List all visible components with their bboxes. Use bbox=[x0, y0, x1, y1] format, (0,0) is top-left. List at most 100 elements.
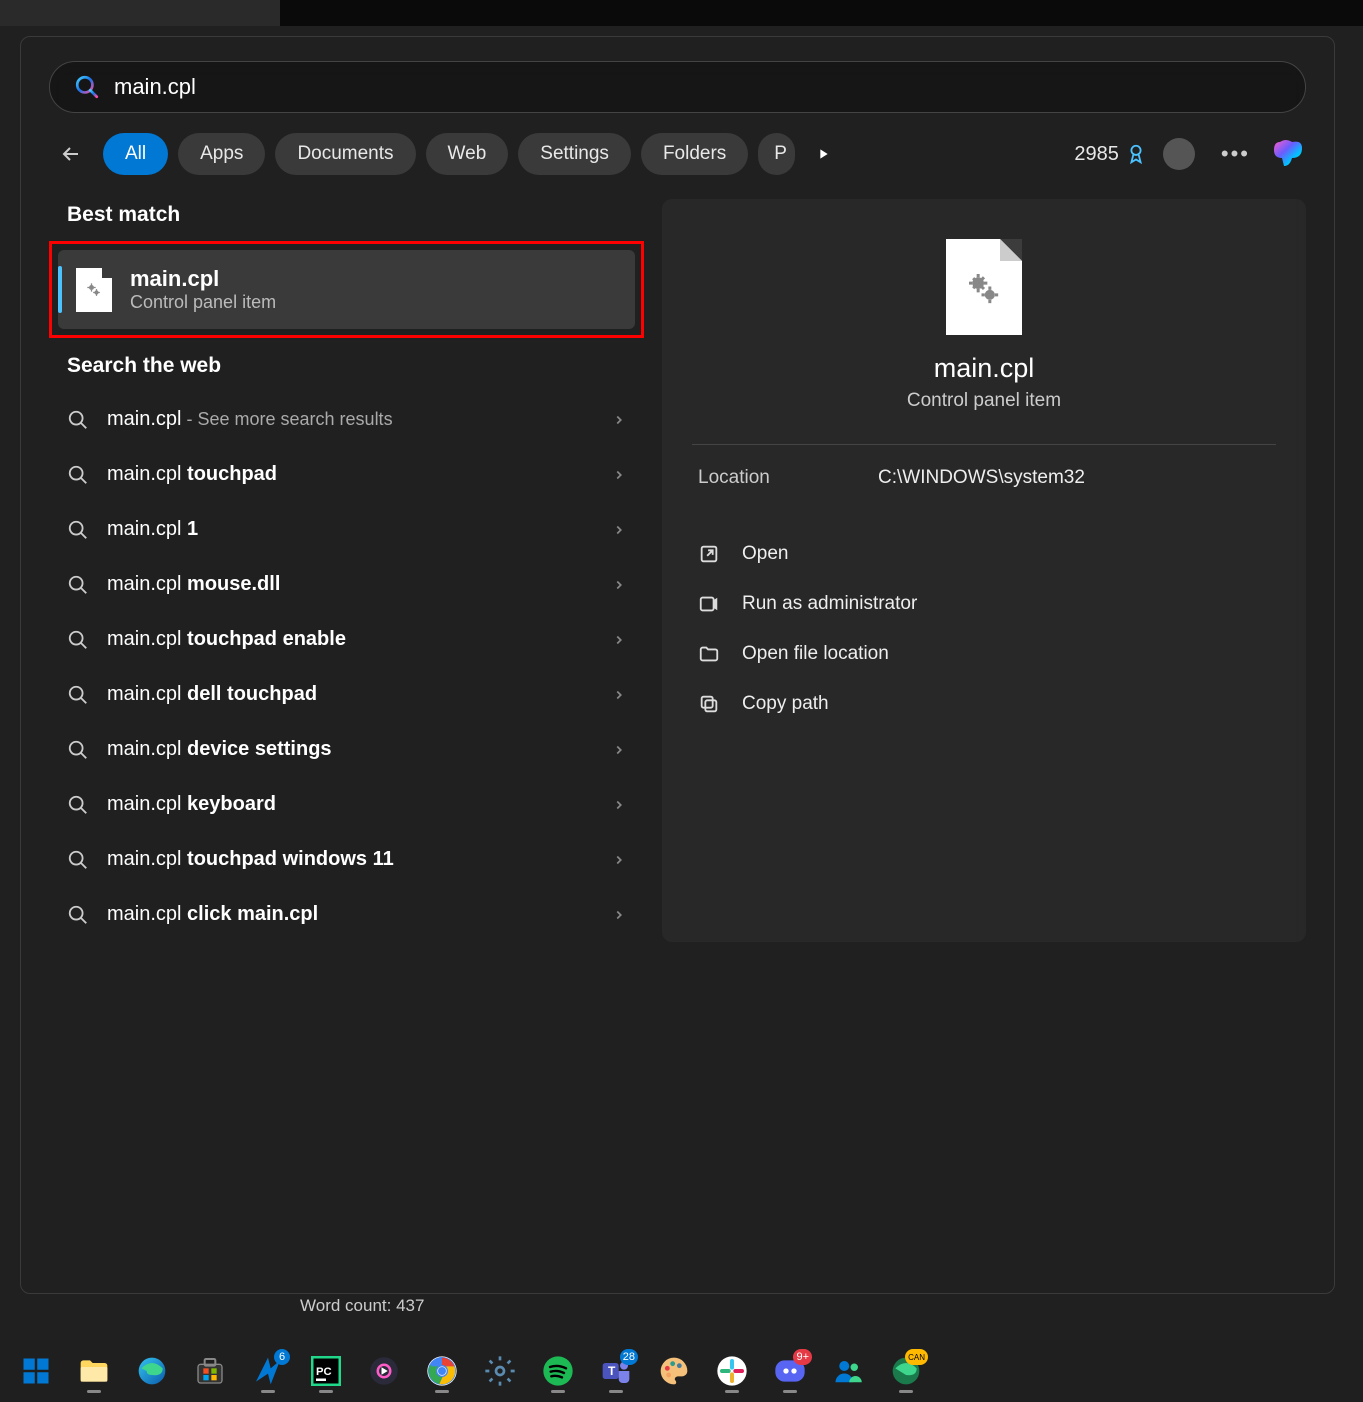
results-column: Best match main.cpl Control panel item S… bbox=[49, 199, 644, 942]
svg-text:PC: PC bbox=[316, 1366, 332, 1378]
location-label: Location bbox=[698, 467, 878, 489]
location-value: C:\WINDOWS\system32 bbox=[878, 467, 1085, 489]
taskbar-pycharm[interactable]: PC bbox=[302, 1347, 350, 1395]
search-icon bbox=[67, 849, 89, 871]
chevron-right-icon bbox=[612, 743, 626, 757]
chevron-right-icon bbox=[612, 468, 626, 482]
web-result-row[interactable]: main.cpl touchpad bbox=[49, 447, 644, 502]
detail-row-location: Location C:\WINDOWS\system32 bbox=[692, 444, 1276, 511]
copy-icon bbox=[698, 693, 720, 715]
tab-all[interactable]: All bbox=[103, 133, 168, 175]
action-open[interactable]: Open bbox=[692, 529, 1276, 579]
search-icon bbox=[67, 409, 89, 431]
filter-tabs-row: All Apps Documents Web Settings Folders … bbox=[49, 133, 1306, 175]
user-avatar[interactable] bbox=[1163, 138, 1195, 170]
web-result-row[interactable]: main.cpl click main.cpl bbox=[49, 887, 644, 942]
tab-apps[interactable]: Apps bbox=[178, 133, 265, 175]
chevron-right-icon bbox=[612, 688, 626, 702]
best-match-subtitle: Control panel item bbox=[130, 292, 276, 313]
search-icon bbox=[67, 684, 89, 706]
action-label: Copy path bbox=[742, 693, 829, 715]
web-result-row[interactable]: main.cpl device settings bbox=[49, 722, 644, 777]
taskbar-edge[interactable] bbox=[128, 1347, 176, 1395]
taskbar-people[interactable] bbox=[824, 1347, 872, 1395]
tab-documents[interactable]: Documents bbox=[275, 133, 415, 175]
web-result-text: main.cpl - See more search results bbox=[107, 408, 612, 431]
scroll-tabs-right-icon[interactable] bbox=[805, 146, 841, 162]
web-result-row[interactable]: main.cpl mouse.dll bbox=[49, 557, 644, 612]
chevron-right-icon bbox=[612, 798, 626, 812]
chevron-right-icon bbox=[612, 633, 626, 647]
action-open-location[interactable]: Open file location bbox=[692, 629, 1276, 679]
best-match-item[interactable]: main.cpl Control panel item bbox=[58, 250, 635, 329]
status-bar-word-count: Word count: 437 bbox=[300, 1296, 424, 1316]
taskbar-settings[interactable] bbox=[476, 1347, 524, 1395]
action-run-admin[interactable]: Run as administrator bbox=[692, 579, 1276, 629]
web-result-row[interactable]: main.cpl dell touchpad bbox=[49, 667, 644, 722]
tab-settings[interactable]: Settings bbox=[518, 133, 631, 175]
web-result-text: main.cpl device settings bbox=[107, 738, 612, 761]
action-label: Run as administrator bbox=[742, 593, 917, 615]
preview-title: main.cpl bbox=[692, 353, 1276, 384]
badge: CAN bbox=[905, 1349, 928, 1365]
chevron-right-icon bbox=[612, 413, 626, 427]
web-result-row[interactable]: main.cpl touchpad enable bbox=[49, 612, 644, 667]
taskbar-store[interactable] bbox=[186, 1347, 234, 1395]
preview-pane: main.cpl Control panel item Location C:\… bbox=[662, 199, 1306, 942]
start-search-panel: All Apps Documents Web Settings Folders … bbox=[20, 36, 1335, 1294]
folder-icon bbox=[698, 643, 720, 665]
action-label: Open bbox=[742, 543, 788, 565]
taskbar-chrome[interactable] bbox=[418, 1347, 466, 1395]
web-result-text: main.cpl touchpad enable bbox=[107, 628, 612, 651]
web-result-text: main.cpl mouse.dll bbox=[107, 573, 612, 596]
search-icon bbox=[67, 629, 89, 651]
search-icon bbox=[67, 904, 89, 926]
web-result-text: main.cpl 1 bbox=[107, 518, 612, 541]
open-icon bbox=[698, 543, 720, 565]
search-icon bbox=[67, 794, 89, 816]
chevron-right-icon bbox=[612, 578, 626, 592]
action-copy-path[interactable]: Copy path bbox=[692, 679, 1276, 729]
preview-file-icon bbox=[946, 239, 1022, 335]
search-icon bbox=[67, 464, 89, 486]
web-result-row[interactable]: main.cpl touchpad windows 11 bbox=[49, 832, 644, 887]
web-result-text: main.cpl touchpad windows 11 bbox=[107, 848, 612, 871]
taskbar-app-blue[interactable]: 6 bbox=[244, 1347, 292, 1395]
taskbar-slack[interactable] bbox=[708, 1347, 756, 1395]
window-titlebar-left bbox=[0, 0, 280, 26]
web-result-row[interactable]: main.cpl 1 bbox=[49, 502, 644, 557]
rewards-points[interactable]: 2985 bbox=[1074, 143, 1147, 166]
preview-subtitle: Control panel item bbox=[692, 390, 1276, 412]
search-input[interactable] bbox=[114, 74, 1281, 100]
shield-icon bbox=[698, 593, 720, 615]
taskbar-edge-canary[interactable]: CAN bbox=[882, 1347, 930, 1395]
taskbar-spotify[interactable] bbox=[534, 1347, 582, 1395]
more-options-button[interactable]: ••• bbox=[1211, 141, 1260, 167]
web-result-row[interactable]: main.cpl - See more search results bbox=[49, 392, 644, 447]
best-match-title: main.cpl bbox=[130, 266, 276, 292]
web-result-text: main.cpl click main.cpl bbox=[107, 903, 612, 926]
start-button[interactable] bbox=[12, 1347, 60, 1395]
taskbar-explorer[interactable] bbox=[70, 1347, 118, 1395]
search-icon bbox=[67, 739, 89, 761]
taskbar-discord[interactable]: 9+ bbox=[766, 1347, 814, 1395]
points-value: 2985 bbox=[1074, 143, 1119, 166]
back-button[interactable] bbox=[49, 136, 93, 172]
search-web-heading: Search the web bbox=[67, 354, 644, 378]
taskbar-teams[interactable]: T28 bbox=[592, 1347, 640, 1395]
action-label: Open file location bbox=[742, 643, 889, 665]
copilot-icon[interactable] bbox=[1270, 136, 1306, 172]
chevron-right-icon bbox=[612, 523, 626, 537]
tab-folders[interactable]: Folders bbox=[641, 133, 748, 175]
search-icon bbox=[67, 519, 89, 541]
taskbar-media[interactable] bbox=[360, 1347, 408, 1395]
best-match-heading: Best match bbox=[67, 203, 644, 227]
search-box[interactable] bbox=[49, 61, 1306, 113]
svg-text:T: T bbox=[608, 1364, 616, 1378]
chevron-right-icon bbox=[612, 853, 626, 867]
best-match-highlight-box: main.cpl Control panel item bbox=[49, 241, 644, 338]
web-result-row[interactable]: main.cpl keyboard bbox=[49, 777, 644, 832]
tab-more-partial[interactable]: P bbox=[758, 133, 795, 175]
tab-web[interactable]: Web bbox=[426, 133, 509, 175]
taskbar-paint[interactable] bbox=[650, 1347, 698, 1395]
